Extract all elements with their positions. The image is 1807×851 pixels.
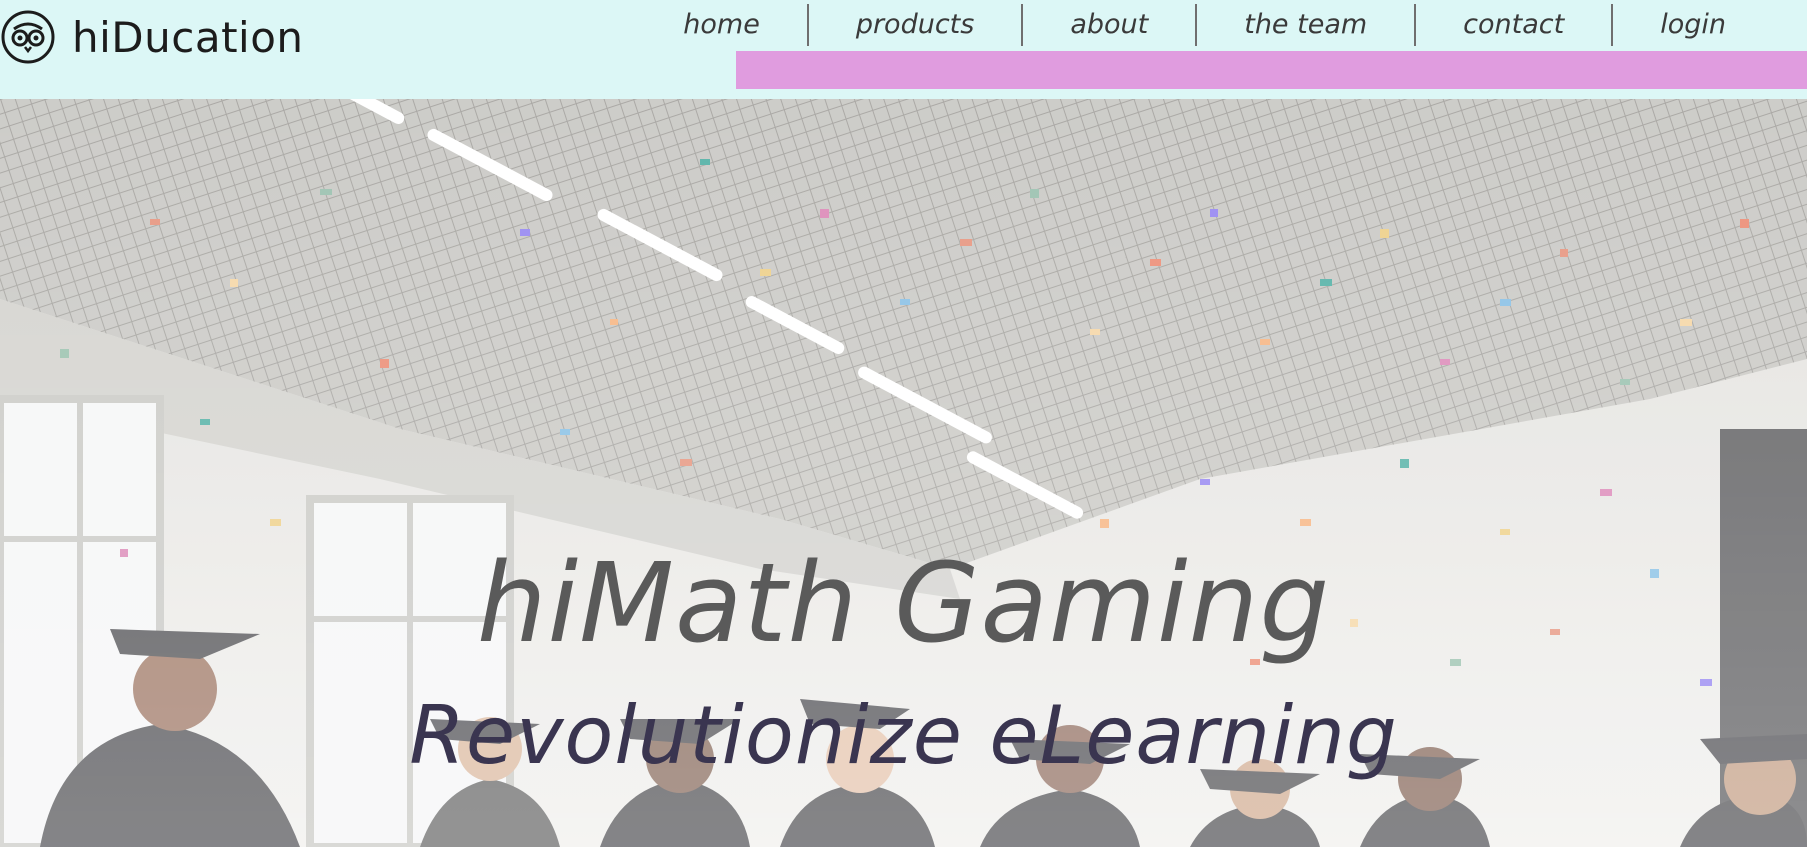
- hero-section: hiMath Gaming Revolutionize eLearning: [0, 99, 1807, 847]
- hero-title: hiMath Gaming: [476, 539, 1331, 667]
- brand-name: hiDucation: [72, 12, 304, 62]
- nav-login[interactable]: login: [1611, 4, 1773, 46]
- nav-home[interactable]: home: [636, 4, 807, 46]
- nav-the-team[interactable]: the team: [1195, 4, 1414, 46]
- site-header: hiDucation home products about the team …: [0, 0, 1807, 99]
- owl-face-icon: [1, 10, 55, 64]
- page-bottom-edge: [0, 847, 1807, 851]
- nav-products[interactable]: products: [806, 4, 1022, 46]
- nav-contact[interactable]: contact: [1414, 4, 1611, 46]
- brand-logo[interactable]: hiDucation: [0, 8, 304, 66]
- nav-accent-bar: [736, 51, 1807, 89]
- main-nav: home products about the team contact log…: [636, 4, 1773, 46]
- nav-about[interactable]: about: [1021, 4, 1195, 46]
- hero-subtitle: Revolutionize eLearning: [409, 689, 1398, 782]
